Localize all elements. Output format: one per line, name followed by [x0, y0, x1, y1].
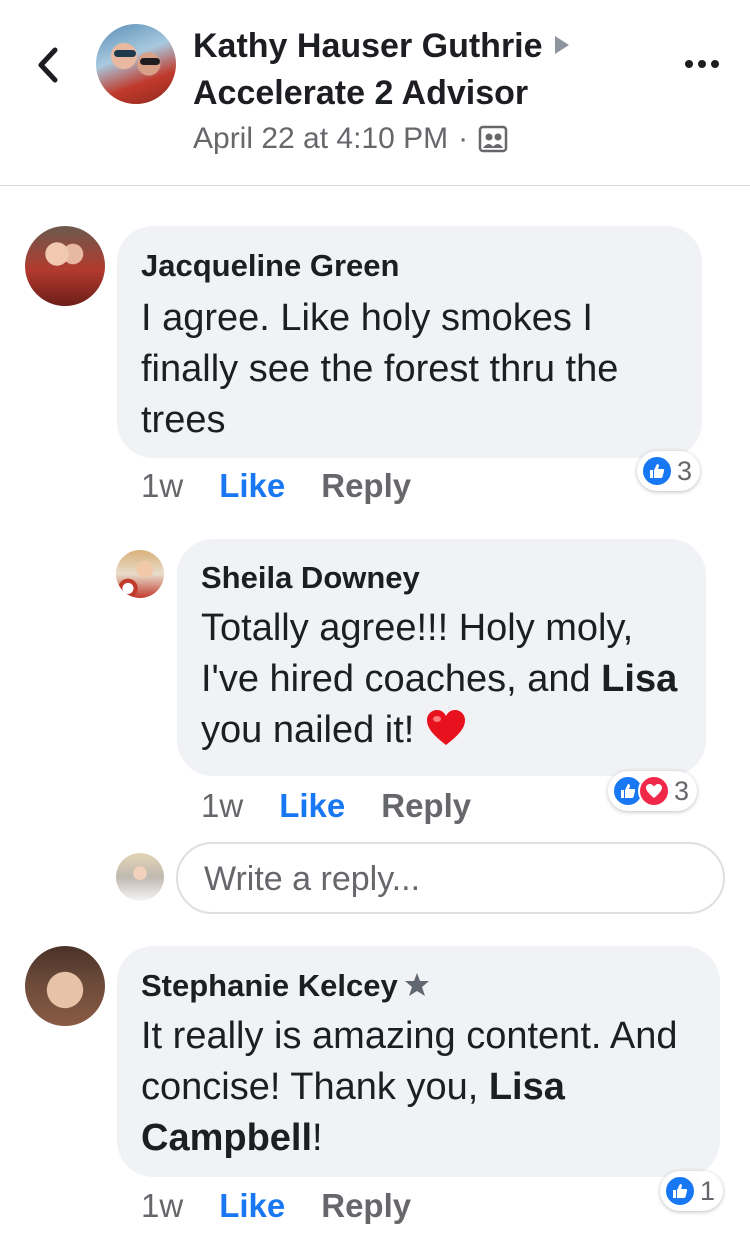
post-author[interactable]: Kathy Hauser Guthrie: [193, 26, 569, 66]
reply-button[interactable]: Reply: [321, 467, 411, 504]
reply-input[interactable]: Write a reply...: [176, 842, 725, 914]
current-user-avatar: [116, 853, 164, 901]
like-button[interactable]: Like: [279, 787, 345, 824]
like-button[interactable]: Like: [219, 467, 285, 504]
comment-author-name[interactable]: Stephanie Kelcey: [141, 968, 398, 1003]
comment-actions: 1w Like Reply: [141, 1186, 411, 1226]
reaction-count: 3: [674, 775, 690, 806]
comment-time[interactable]: 1w: [141, 467, 183, 504]
heart-emoji-icon: [426, 710, 465, 745]
comment-text-end: !: [312, 1117, 323, 1159]
comment-text: I agree. Like holy smokes I finally see …: [141, 297, 619, 441]
reply-actions: 1w Like Reply: [201, 786, 471, 826]
chevron-left-icon: [38, 47, 58, 83]
reply-input-placeholder: Write a reply...: [204, 860, 421, 898]
star-badge-icon: [404, 973, 429, 996]
more-options-button[interactable]: [680, 44, 724, 84]
like-reaction-icon: [641, 455, 673, 487]
post-header: Kathy Hauser Guthrie Accelerate 2 Adviso…: [0, 0, 750, 186]
reply-text-end: you nailed it!: [201, 709, 425, 751]
reaction-count: 1: [700, 1175, 716, 1206]
love-reaction-icon: [638, 775, 670, 807]
commenter-avatar[interactable]: [25, 226, 105, 306]
members-icon: [478, 125, 508, 153]
commenter-avatar[interactable]: [25, 946, 105, 1026]
comment-text: It really is amazing content. And concis…: [141, 1011, 706, 1164]
reply-avatar[interactable]: [116, 550, 164, 598]
arrow-right-icon: [554, 36, 569, 54]
reaction-summary[interactable]: 1: [660, 1171, 724, 1211]
like-reaction-icon: [664, 1175, 696, 1207]
back-button[interactable]: [28, 42, 68, 88]
comment-author[interactable]: Stephanie Kelcey: [141, 967, 430, 1005]
more-dots-icon: [685, 60, 719, 68]
post-author-name[interactable]: Kathy Hauser Guthrie: [193, 27, 543, 65]
like-button[interactable]: Like: [219, 1187, 285, 1224]
comment-actions: 1w Like Reply: [141, 466, 411, 506]
comment-author[interactable]: Jacqueline Green: [141, 247, 399, 285]
reply-button[interactable]: Reply: [381, 787, 471, 824]
group-name[interactable]: Accelerate 2 Advisor: [193, 72, 528, 114]
reply-author[interactable]: Sheila Downey: [201, 559, 420, 597]
reply-time[interactable]: 1w: [201, 787, 243, 824]
author-avatar[interactable]: [96, 24, 176, 104]
meta-separator: ·: [458, 122, 469, 155]
reaction-summary[interactable]: 3: [637, 451, 701, 491]
post-timestamp[interactable]: April 22 at 4:10 PM: [193, 119, 448, 159]
post-meta: April 22 at 4:10 PM ·: [193, 119, 508, 159]
reply-text-start: Totally agree!!! Holy moly, I've hired c…: [201, 607, 634, 700]
reaction-summary[interactable]: 3: [608, 771, 698, 811]
reply-button[interactable]: Reply: [321, 1187, 411, 1224]
reply-text: Totally agree!!! Holy moly, I've hired c…: [201, 603, 691, 756]
comment-time[interactable]: 1w: [141, 1187, 183, 1224]
reaction-count: 3: [677, 455, 693, 486]
mention-link[interactable]: Lisa: [601, 658, 677, 700]
comment-text-start: It really is amazing content. And concis…: [141, 1015, 678, 1108]
